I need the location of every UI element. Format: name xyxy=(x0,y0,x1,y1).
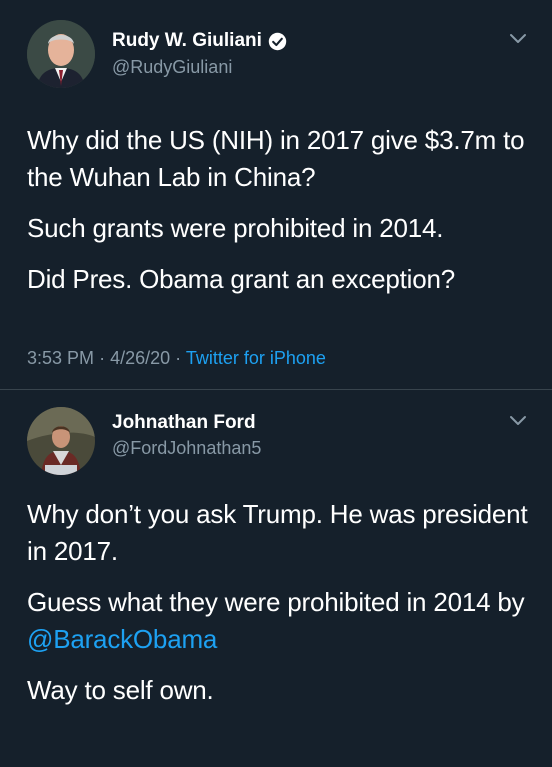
tweet-text: Why did the US (NIH) in 2017 give $3.7m … xyxy=(27,122,532,312)
display-name-text: Johnathan Ford xyxy=(112,412,256,433)
tweet-paragraph: Did Pres. Obama grant an exception? xyxy=(27,264,456,294)
tweet-paragraph: Way to self own. xyxy=(27,675,214,705)
tweet-paragraph: Such grants were prohibited in 2014. xyxy=(27,213,444,243)
tweet-source-link[interactable]: Twitter for iPhone xyxy=(186,348,326,368)
handle[interactable]: @FordJohnathan5 xyxy=(112,438,261,459)
tweet-time[interactable]: 3:53 PM xyxy=(27,348,94,368)
separator: · xyxy=(175,348,186,368)
tweet-giuliani[interactable]: Rudy W. Giuliani @RudyGiuliani Why did t… xyxy=(0,0,552,390)
display-name[interactable]: Rudy W. Giuliani xyxy=(112,30,287,52)
profile-photo-icon xyxy=(27,407,95,475)
mention-link[interactable]: @BarackObama xyxy=(27,624,217,654)
display-name[interactable]: Johnathan Ford xyxy=(112,412,256,434)
avatar[interactable] xyxy=(27,20,95,88)
handle[interactable]: @RudyGiuliani xyxy=(112,57,232,78)
tweet-paragraph: Guess what they were prohibited in 2014 … xyxy=(27,584,532,658)
chevron-down-icon[interactable] xyxy=(508,32,528,46)
separator: · xyxy=(99,348,111,368)
verified-badge-icon xyxy=(268,32,287,51)
tweet-text: Why don’t you ask Trump. He was presiden… xyxy=(27,496,532,723)
display-name-text: Rudy W. Giuliani xyxy=(112,30,262,51)
tweet-date[interactable]: 4/26/20 xyxy=(110,348,170,368)
tweet-paragraph: Why did the US (NIH) in 2017 give $3.7m … xyxy=(27,125,525,192)
paragraph-text: Guess what they were prohibited in 2014 … xyxy=(27,587,525,617)
avatar[interactable] xyxy=(27,407,95,475)
profile-photo-icon xyxy=(27,20,95,88)
chevron-down-icon[interactable] xyxy=(508,414,528,428)
tweet-ford[interactable]: Johnathan Ford @FordJohnathan5 Why don’t… xyxy=(0,390,552,766)
tweet-metadata: 3:53 PM · 4/26/20 · Twitter for iPhone xyxy=(27,348,326,369)
tweet-paragraph: Why don’t you ask Trump. He was presiden… xyxy=(27,499,528,566)
